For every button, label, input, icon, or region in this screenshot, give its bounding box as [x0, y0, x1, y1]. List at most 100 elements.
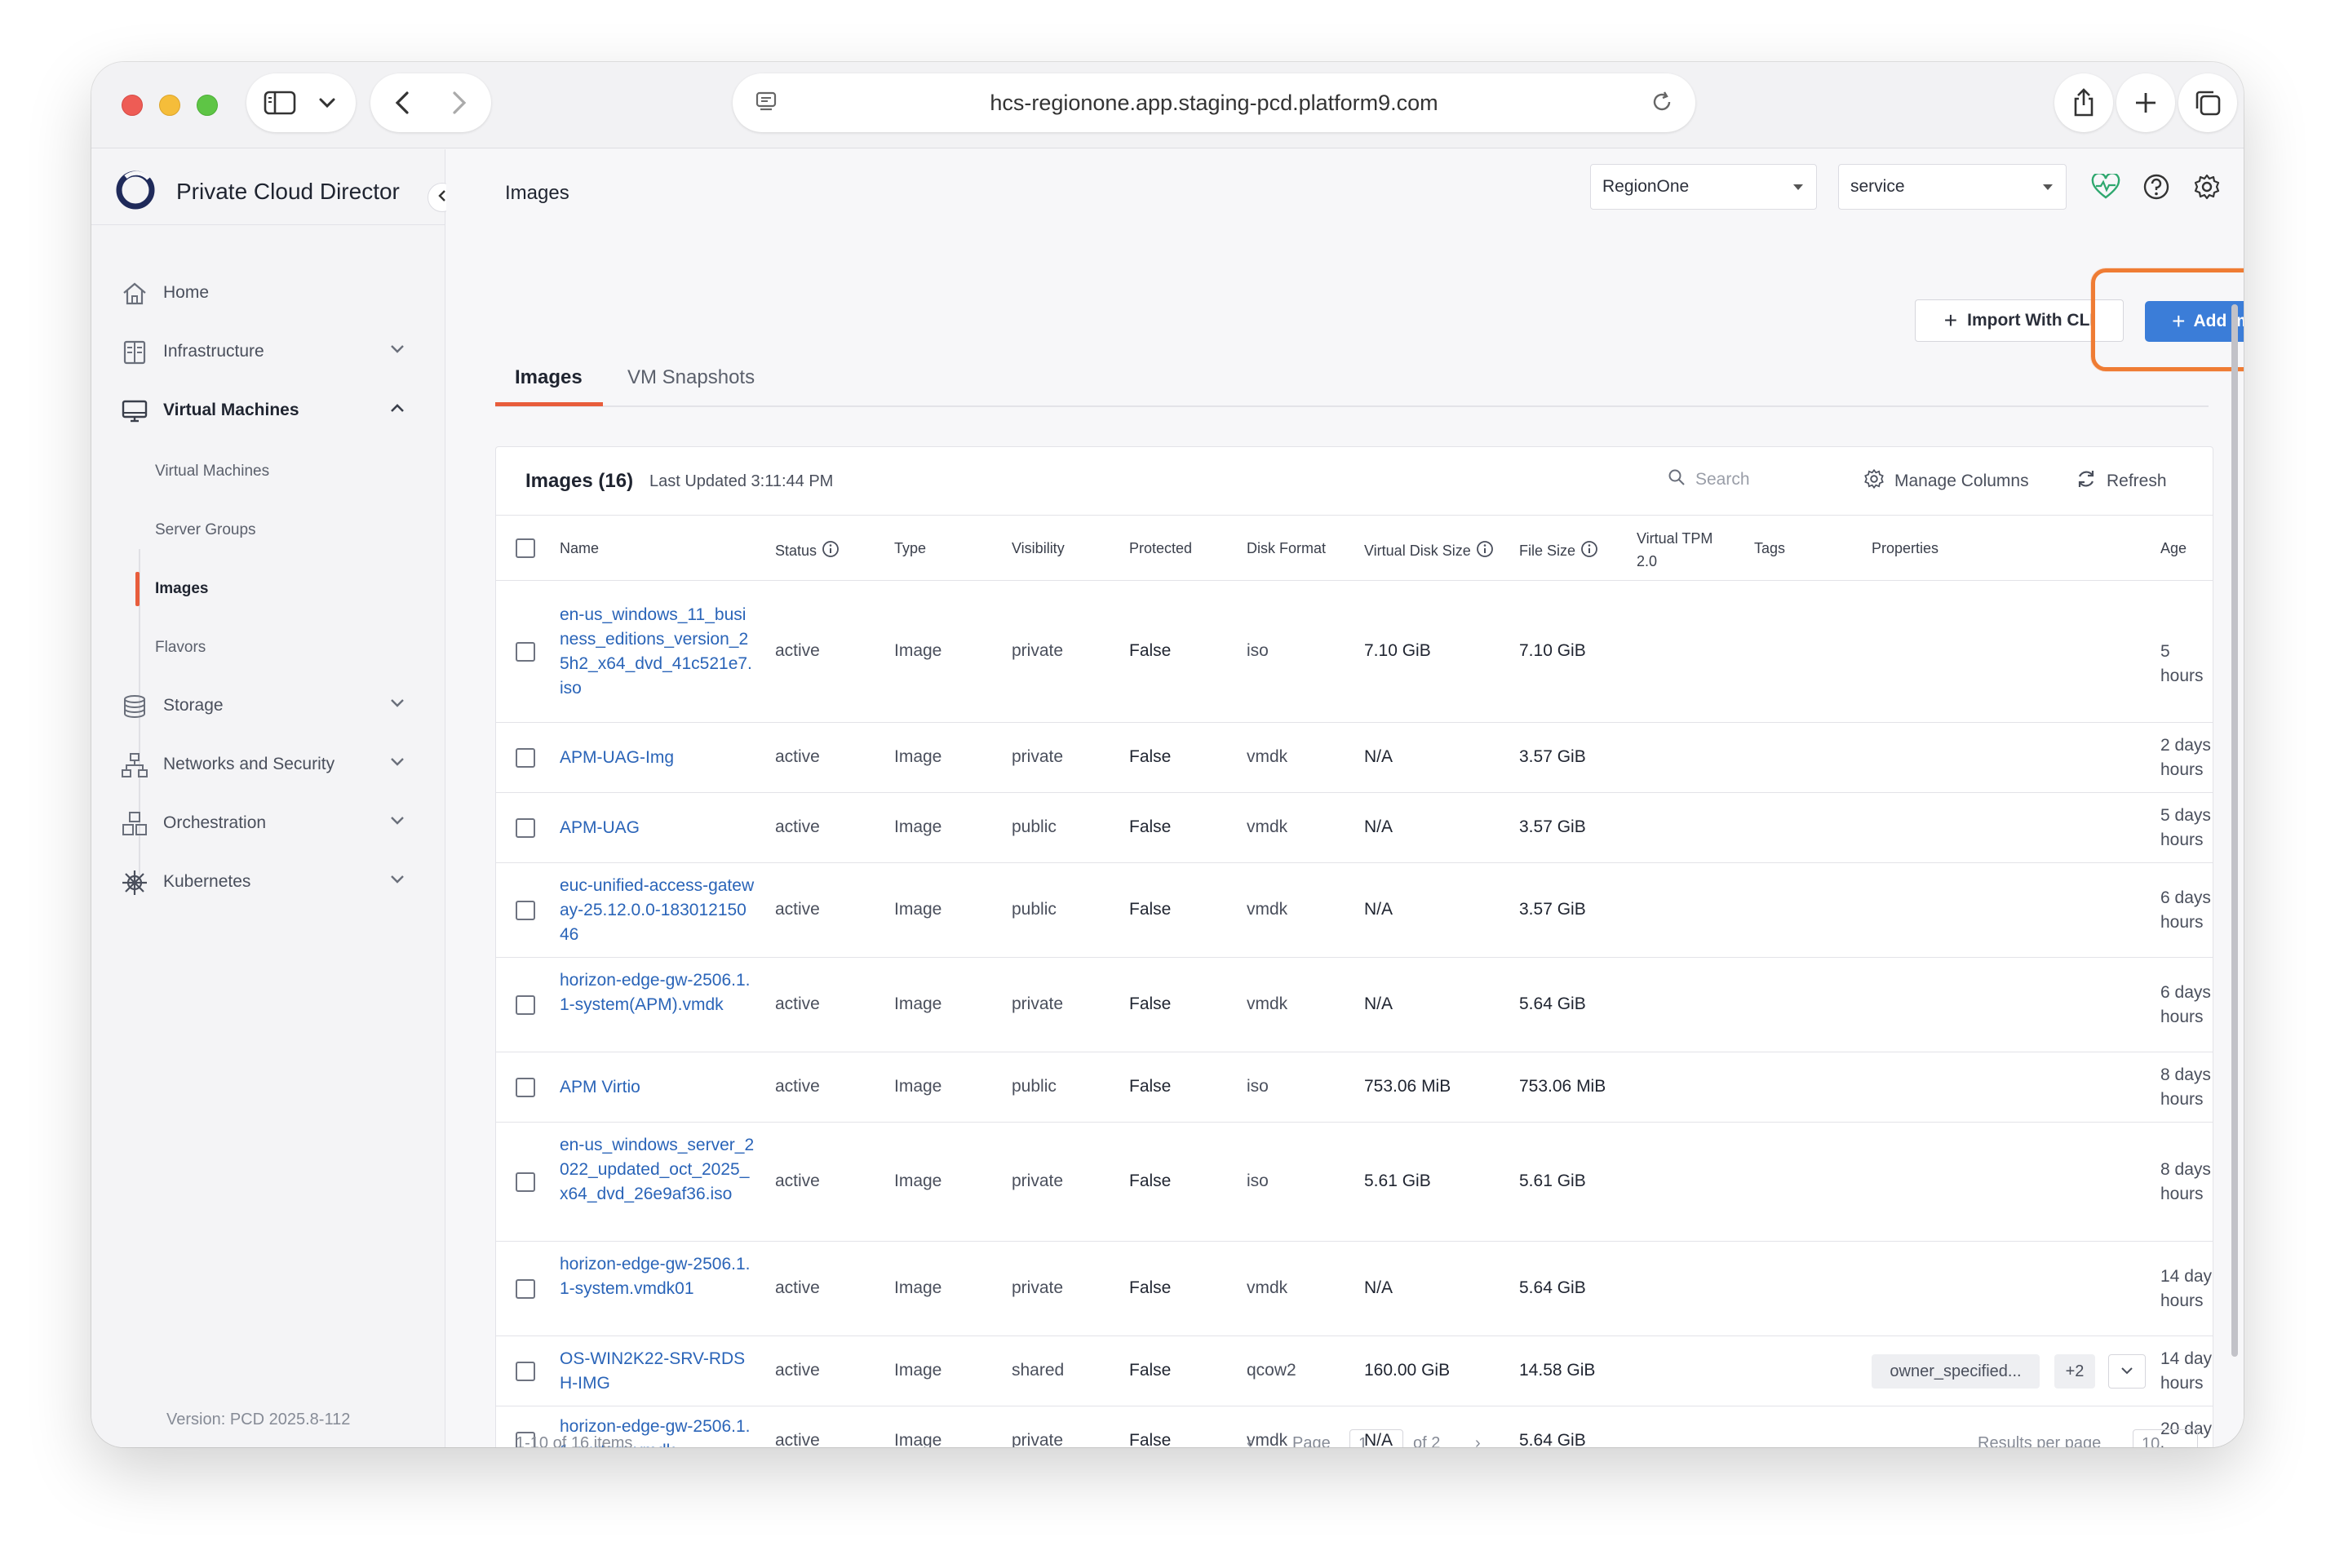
table-row[interactable]: APM-UAG-Img active Image private False vmdk N/…	[496, 723, 2213, 793]
page-title: Images	[505, 182, 569, 204]
home-icon	[121, 280, 148, 308]
property-chip[interactable]: owner_specified...	[1872, 1354, 2040, 1389]
row-checkbox[interactable]	[516, 818, 535, 838]
sidebar-item-storage[interactable]: Storage	[91, 681, 445, 730]
prev-page-icon[interactable]: ‹	[1247, 1434, 1252, 1447]
new-tab-icon[interactable]	[2116, 73, 2175, 132]
region-select[interactable]: RegionOne	[1590, 164, 1817, 210]
column-file-size[interactable]: File Size	[1519, 540, 1598, 562]
table-row[interactable]: APM-UAG active Image public False vmdk N/A 3.57…	[496, 793, 2213, 863]
chevron-down-icon	[390, 343, 405, 358]
sidebar-item-orchestration[interactable]: Orchestration	[91, 799, 445, 848]
image-name-link[interactable]: APM Virtio	[560, 1075, 755, 1100]
column-virtual-disk-size[interactable]: Virtual Disk Size	[1364, 540, 1494, 562]
tab-vm-snapshots[interactable]: VM Snapshots	[627, 366, 755, 389]
refresh-button[interactable]: Refresh	[2076, 468, 2167, 494]
scrollbar-thumb[interactable]	[2231, 304, 2238, 1357]
disk-format-cell: qcow2	[1247, 1361, 1296, 1380]
age-cell: 5 days	[2160, 806, 2211, 825]
table-row[interactable]: en-us_windows_11_business_editions_versi…	[496, 581, 2213, 723]
maximize-window-button[interactable]	[197, 95, 218, 116]
sidebar-item-kubernetes[interactable]: Kubernetes	[91, 857, 445, 906]
column-visibility[interactable]: Visibility	[1012, 540, 1065, 557]
column-name[interactable]: Name	[560, 540, 599, 557]
table-row[interactable]: en-us_windows_server_2022_updated_oct_20…	[496, 1123, 2213, 1242]
age-cell: 14 day	[2160, 1349, 2213, 1368]
tenant-select[interactable]: service	[1838, 164, 2067, 210]
sidebar-subitem-virtual-machines[interactable]: Virtual Machines	[91, 451, 445, 492]
table-row[interactable]: APM Virtio active Image public False iso 753.0…	[496, 1052, 2213, 1123]
help-icon[interactable]	[2140, 171, 2173, 203]
tab-overview-icon[interactable]	[2178, 73, 2237, 132]
row-checkbox[interactable]	[516, 748, 535, 768]
page-select[interactable]: 1	[1349, 1429, 1403, 1447]
sidebar-item-virtual-machines[interactable]: Virtual Machines	[91, 386, 445, 435]
row-checkbox[interactable]	[516, 1172, 535, 1192]
minimize-window-button[interactable]	[159, 95, 180, 116]
results-per-page-select[interactable]: 10	[2133, 1429, 2198, 1447]
image-name-link[interactable]: en-us_windows_server_2022_updated_oct_20…	[560, 1133, 755, 1207]
reload-icon[interactable]	[1650, 90, 1674, 118]
virtual-disk-size-cell: 753.06 MiB	[1364, 1077, 1451, 1096]
table-row[interactable]: OS-WIN2K22-SRV-RDSH-IMG active Image shared…	[496, 1336, 2213, 1406]
virtual-disk-size-cell: 160.00 GiB	[1364, 1361, 1451, 1380]
protected-cell: False	[1129, 900, 1172, 919]
forward-icon[interactable]	[432, 73, 486, 132]
sidebar-subitem-flavors[interactable]: Flavors	[91, 627, 445, 668]
column-properties[interactable]: Properties	[1872, 540, 1938, 557]
column-disk-format[interactable]: Disk Format	[1247, 540, 1326, 557]
protected-cell: False	[1129, 1077, 1172, 1096]
image-name-link[interactable]: euc-unified-access-gateway-25.12.0.0-183…	[560, 874, 755, 947]
sidebar-item-home[interactable]: Home	[91, 268, 445, 317]
column-status-label: Status	[775, 543, 817, 559]
row-checkbox[interactable]	[516, 1078, 535, 1097]
next-page-icon[interactable]: ›	[1475, 1434, 1481, 1447]
row-checkbox[interactable]	[516, 1362, 535, 1381]
sidebar-item-networks[interactable]: Networks and Security	[91, 740, 445, 789]
column-protected[interactable]: Protected	[1129, 540, 1192, 557]
property-more-chip[interactable]: +2	[2054, 1354, 2095, 1389]
health-icon[interactable]	[2089, 171, 2122, 203]
image-name-link[interactable]: APM-UAG	[560, 816, 755, 840]
image-name-link[interactable]: APM-UAG-Img	[560, 746, 755, 770]
disk-format-cell: iso	[1247, 1172, 1269, 1190]
column-virtual-tpm[interactable]: Virtual TPM 2.0	[1637, 527, 1712, 573]
image-name-link[interactable]: en-us_windows_11_business_editions_versi…	[560, 603, 755, 701]
image-name-link[interactable]: OS-WIN2K22-SRV-RDSH-IMG	[560, 1347, 755, 1396]
row-checkbox[interactable]	[516, 901, 535, 920]
column-type[interactable]: Type	[894, 540, 926, 557]
sidebar-item-infrastructure[interactable]: Infrastructure	[91, 327, 445, 376]
row-checkbox[interactable]	[516, 642, 535, 662]
sidebar-toggle-icon[interactable]	[253, 73, 307, 132]
search-input[interactable]: Search	[1668, 468, 1750, 491]
select-all-checkbox[interactable]	[516, 538, 535, 558]
column-status[interactable]: Status	[775, 540, 840, 562]
table-row[interactable]: horizon-edge-gw-2506.1.1-system(APM).vmd…	[496, 958, 2213, 1052]
gear-icon[interactable]	[2191, 171, 2223, 203]
virtual-disk-size-cell: 7.10 GiB	[1364, 641, 1431, 660]
back-icon[interactable]	[375, 73, 429, 132]
column-age[interactable]: Age	[2160, 540, 2187, 557]
manage-columns-button[interactable]: Manage Columns	[1863, 468, 2029, 494]
image-name-link[interactable]: horizon-edge-gw-2506.1.1-system.vmdk01	[560, 1252, 755, 1301]
column-tags[interactable]: Tags	[1754, 540, 1785, 557]
share-icon[interactable]	[2054, 73, 2113, 132]
tab-images[interactable]: Images	[515, 366, 583, 389]
chevron-down-icon[interactable]	[300, 73, 354, 132]
protected-cell: False	[1129, 1172, 1172, 1190]
address-bar[interactable]: hcs-regionone.app.staging-pcd.platform9.…	[733, 73, 1695, 132]
sidebar-subitem-images[interactable]: Images	[91, 569, 445, 609]
close-window-button[interactable]	[122, 95, 143, 116]
image-name-link[interactable]: horizon-edge-gw-2506.1.1-system(APM).vmd…	[560, 968, 755, 1017]
sidebar-subitem-server-groups[interactable]: Server Groups	[91, 510, 445, 551]
type-cell: Image	[894, 817, 942, 836]
virtual-disk-size-cell: N/A	[1364, 747, 1393, 766]
brand[interactable]: Private Cloud Director	[113, 162, 400, 221]
table-row[interactable]: euc-unified-access-gateway-25.12.0.0-183…	[496, 863, 2213, 958]
brand-name: Private Cloud Director	[176, 179, 400, 204]
table-row[interactable]: horizon-edge-gw-2506.1.1-system.vmdk01 ac…	[496, 1242, 2213, 1336]
row-checkbox[interactable]	[516, 1279, 535, 1299]
row-checkbox[interactable]	[516, 995, 535, 1015]
status-cell: active	[775, 641, 820, 660]
properties-expand-button[interactable]	[2108, 1354, 2146, 1389]
